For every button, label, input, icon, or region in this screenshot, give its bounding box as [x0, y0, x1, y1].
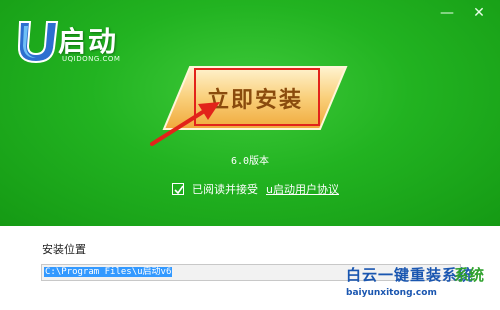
close-button[interactable]: ✕: [468, 4, 490, 22]
install-path-value: C:\Program Files\u启动v6: [44, 267, 173, 277]
agreement-row: 已阅读并接受 u启动用户协议: [172, 181, 339, 197]
brand-domain: UQIDONG.COM: [62, 55, 121, 63]
checkmark-icon: [174, 185, 184, 195]
site-watermark: 白云一键重装系统 系统 baiyunxitong.com: [330, 260, 500, 310]
brand-name: 启动: [58, 25, 119, 58]
header-panel: — ✕ 启动 UQIDONG.COM 立即安装 6.0版本 已阅读并接受 u启动…: [0, 0, 500, 226]
agreement-checkbox[interactable]: [172, 183, 184, 195]
agreement-text: 已阅读并接受: [192, 183, 258, 196]
installer-window: — ✕ 启动 UQIDONG.COM 立即安装 6.0版本 已阅读并接受 u启动…: [0, 0, 500, 310]
u-logo-icon: [17, 21, 59, 64]
annotation-arrow-icon: [150, 102, 220, 146]
minimize-button[interactable]: —: [436, 4, 458, 22]
version-label: 6.0版本: [230, 156, 270, 167]
window-controls: — ✕: [436, 4, 490, 22]
user-agreement-link[interactable]: u启动用户协议: [266, 181, 339, 197]
install-path-label: 安装位置: [42, 243, 86, 256]
app-logo: 启动 UQIDONG.COM: [14, 18, 144, 68]
watermark-logo-text: 系统: [454, 266, 485, 284]
watermark-url: baiyunxitong.com: [346, 288, 437, 298]
